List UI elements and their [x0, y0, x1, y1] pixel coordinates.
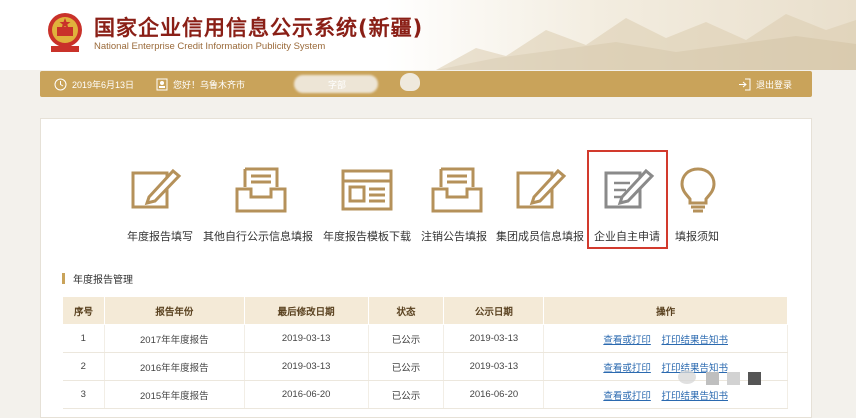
- view-print-link[interactable]: 查看或打印: [603, 335, 651, 346]
- column-header: 状态: [367, 296, 445, 325]
- greeting-suffix-text: 字部: [328, 79, 347, 90]
- watermark-overlay: [676, 365, 806, 391]
- greeting-suffix: 字部: [328, 71, 346, 97]
- status-bar: 2019年6月13日 您好！乌鲁木齐市 字部 退出登录: [40, 71, 812, 97]
- column-header: 报告年份: [103, 296, 245, 325]
- func-label-template-download[interactable]: 年度报告模板下载: [323, 228, 411, 244]
- cell-year: 2017年年度报告: [104, 324, 245, 353]
- cell-no: 2: [62, 352, 105, 381]
- cell-status: 已公示: [368, 380, 445, 409]
- mountain-decoration: [436, 14, 856, 70]
- func-label-cancellation-notice[interactable]: 注销公告填报: [421, 228, 487, 244]
- date-display: 2019年6月13日: [54, 71, 134, 97]
- func-other-info-icon[interactable]: [231, 165, 291, 215]
- annual-report-table: 序号 报告年份 最后修改日期 状态 公示日期 操作 1 2017年年度报告 20…: [62, 296, 788, 409]
- template-icon: [341, 169, 393, 211]
- greeting-text: 您好！乌鲁木齐市: [173, 79, 246, 90]
- system-subtitle: National Enterprise Credit Information P…: [94, 41, 326, 52]
- cell-modified: 2019-03-13: [244, 352, 369, 381]
- clock-icon: [54, 78, 67, 90]
- cell-no: 1: [62, 324, 105, 353]
- cell-published: 2019-03-13: [443, 352, 545, 381]
- section-marker: [62, 273, 65, 284]
- table-row: 1 2017年年度报告 2019-03-13 已公示 2019-03-13 查看…: [62, 324, 788, 353]
- lightbulb-icon: [680, 167, 716, 213]
- highlight-box: [587, 150, 668, 249]
- table-header-row: 序号 报告年份 最后修改日期 状态 公示日期 操作: [62, 296, 788, 325]
- func-label-annual-report[interactable]: 年度报告填写: [127, 228, 193, 244]
- cell-published: 2016-06-20: [443, 380, 545, 409]
- func-label-group-member[interactable]: 集团成员信息填报: [496, 228, 584, 244]
- func-cancellation-notice-icon[interactable]: [427, 165, 487, 215]
- column-header: 最后修改日期: [243, 296, 369, 325]
- national-emblem-icon: [48, 13, 82, 52]
- watermark-square: [706, 371, 719, 385]
- greeting: 您好！乌鲁木齐市: [156, 71, 245, 97]
- cell-modified: 2019-03-13: [244, 324, 369, 353]
- cell-year: 2015年年度报告: [104, 380, 245, 409]
- site-header: 国家企业信用信息公示系统(新疆) National Enterprise Cre…: [0, 0, 856, 70]
- cell-modified: 2016-06-20: [244, 380, 369, 409]
- redacted-area-2: [400, 73, 420, 91]
- cell-status: 已公示: [368, 324, 445, 353]
- func-filing-notes-icon[interactable]: [668, 165, 728, 215]
- watermark-square: [748, 371, 761, 385]
- func-template-download-icon[interactable]: [337, 165, 397, 215]
- inbox-icon: [431, 167, 483, 213]
- user-icon: [156, 78, 168, 90]
- column-header: 操作: [543, 296, 788, 325]
- watermark-square: [727, 371, 740, 385]
- print-result-link[interactable]: 打印结果告知书: [661, 335, 728, 346]
- cell-operations: 查看或打印 打印结果告知书: [543, 324, 788, 353]
- section-title: 年度报告管理: [62, 271, 133, 286]
- cell-published: 2019-03-13: [443, 324, 545, 353]
- logout-label: 退出登录: [756, 79, 793, 90]
- func-annual-report-icon[interactable]: [125, 165, 185, 215]
- column-header: 公示日期: [443, 296, 545, 325]
- inbox-icon: [235, 167, 287, 213]
- func-label-other-info[interactable]: 其他自行公示信息填报: [203, 228, 313, 244]
- edit-icon: [131, 168, 182, 209]
- chat-bubble-icon: [678, 370, 696, 384]
- cell-year: 2016年年度报告: [104, 352, 245, 381]
- view-print-link[interactable]: 查看或打印: [603, 391, 651, 402]
- system-title: 国家企业信用信息公示系统(新疆): [94, 16, 424, 40]
- section-title-text: 年度报告管理: [73, 275, 133, 286]
- logout-icon: [739, 78, 751, 90]
- func-label-filing-notes[interactable]: 填报须知: [675, 228, 719, 244]
- column-header: 序号: [62, 296, 105, 325]
- func-group-member-icon[interactable]: [510, 165, 570, 215]
- logout-button[interactable]: 退出登录: [738, 71, 792, 97]
- print-result-link[interactable]: 打印结果告知书: [661, 391, 728, 402]
- view-print-link[interactable]: 查看或打印: [603, 363, 651, 374]
- cell-no: 3: [62, 380, 105, 409]
- cell-status: 已公示: [368, 352, 445, 381]
- date-text: 2019年6月13日: [72, 79, 135, 90]
- edit-icon: [516, 168, 567, 209]
